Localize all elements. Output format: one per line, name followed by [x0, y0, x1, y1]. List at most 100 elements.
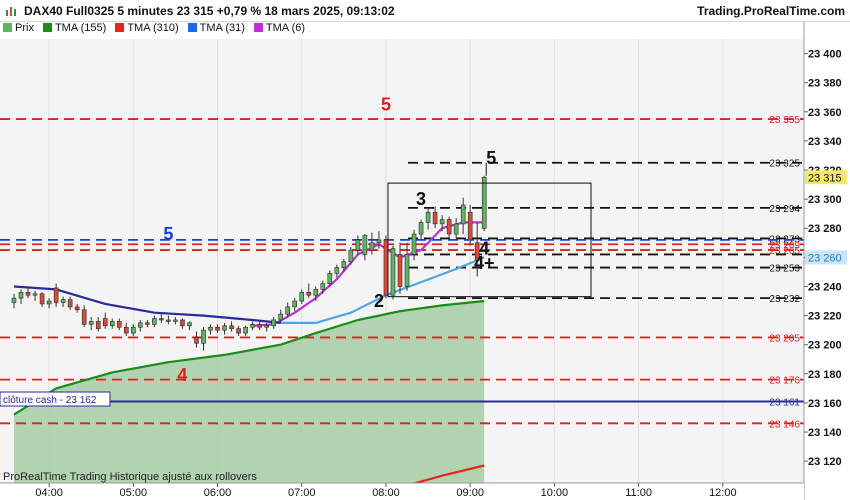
candle-body: [166, 319, 171, 322]
wave-label: 4: [177, 365, 187, 385]
level-label: 23 253: [769, 264, 800, 275]
candle-body: [264, 325, 269, 328]
candle-body: [60, 299, 66, 303]
cash-close-label: clôture cash - 23 162: [3, 395, 97, 406]
candle-body: [334, 267, 340, 274]
candle-body: [285, 306, 291, 315]
candle-body: [201, 329, 206, 344]
y-tick-label: 23 340: [808, 136, 842, 148]
wave-label: 5: [486, 148, 496, 168]
x-tick-label: 10:00: [541, 487, 569, 499]
candle-body: [180, 319, 185, 327]
chart-window: DAX40 Full0325 5 minutes 23 315 +0,79 % …: [0, 0, 850, 500]
candle-body: [481, 176, 487, 229]
candle-body: [116, 321, 122, 328]
x-tick-label: 11:00: [625, 487, 652, 499]
candle-body: [74, 306, 80, 311]
time-axis[interactable]: 04:00 05:00 06:00 07:00 08:00 09:00 10:00 11:00…: [0, 482, 804, 500]
candle-body: [299, 291, 305, 302]
x-tick-label: 05:00: [120, 487, 148, 499]
candle-body: [271, 319, 276, 327]
y-tick-label: 23 360: [808, 107, 842, 119]
candle-body: [18, 291, 24, 299]
level-label: 23 176: [769, 376, 800, 387]
candle-body: [138, 322, 143, 328]
candle-body: [404, 254, 410, 287]
candle-body: [32, 293, 38, 296]
level-label: 23 294: [769, 204, 800, 215]
candle-body: [425, 211, 431, 223]
wave-label: 5: [381, 94, 391, 114]
candle-body: [39, 293, 45, 305]
candle-body: [187, 322, 192, 327]
level-label: 23 355: [769, 115, 800, 126]
y-tick-label: 23 240: [808, 281, 842, 293]
candle-body: [236, 328, 241, 334]
candle-body: [222, 325, 227, 331]
wave-label: 3: [416, 189, 426, 209]
y-tick-label: 23 280: [808, 223, 842, 235]
candle-body: [439, 219, 445, 225]
level-label: 23 265: [769, 246, 800, 257]
candle-body: [25, 291, 31, 296]
candle-body: [102, 318, 108, 327]
candle-body: [81, 309, 87, 325]
candle-body: [53, 287, 59, 303]
candle-body: [88, 321, 94, 325]
footer-text: ProRealTime Trading Historique ajusté au…: [3, 471, 257, 483]
level-label: 23 161: [769, 397, 800, 408]
candle-body: [257, 324, 262, 328]
candle-body: [278, 313, 283, 321]
candle-body: [390, 248, 396, 296]
x-tick-label: 07:00: [288, 487, 316, 499]
candle-body: [152, 318, 157, 325]
candle-body: [327, 273, 333, 284]
candle-body: [243, 326, 248, 334]
candle-body: [109, 321, 115, 327]
y-tick-label: 23 180: [808, 369, 842, 381]
wave-label: 4+: [474, 253, 495, 273]
candle-body: [418, 222, 424, 235]
candle-body: [313, 289, 319, 296]
candle-body: [376, 239, 382, 244]
price-badge-label: 23 260: [808, 252, 842, 264]
candle-body: [292, 300, 298, 308]
y-tick-label: 23 300: [808, 194, 842, 206]
candle-body: [173, 319, 178, 322]
candle-body: [123, 326, 129, 334]
candle-body: [320, 283, 326, 290]
y-tick-label: 23 200: [808, 340, 842, 352]
candle-body: [208, 326, 213, 331]
candle-body: [46, 300, 52, 305]
candle-body: [369, 242, 375, 251]
wave-label: 2: [374, 291, 384, 311]
candle-body: [250, 324, 255, 328]
candle-body: [159, 318, 164, 321]
x-tick-label: 12:00: [709, 487, 737, 499]
candle-body: [67, 299, 73, 308]
candle-body: [460, 204, 466, 225]
y-tick-label: 23 140: [808, 427, 842, 439]
candle-body: [229, 325, 234, 329]
y-tick-label: 23 400: [808, 49, 842, 61]
level-label: 23 232: [769, 294, 800, 305]
candle-body: [131, 326, 136, 334]
candle-body: [215, 326, 220, 331]
price-badge-label: 23 315: [808, 172, 842, 184]
candle-body: [383, 239, 389, 296]
candle-body: [446, 219, 452, 235]
candle-body: [348, 249, 354, 263]
candle-body: [306, 291, 312, 296]
x-tick-label: 08:00: [372, 487, 400, 499]
candle-body: [95, 321, 101, 329]
wave-label: 5: [163, 224, 173, 244]
y-tick-label: 23 220: [808, 311, 842, 323]
candle-body: [11, 297, 17, 303]
price-chart[interactable]: 23 35523 32523 29423 27323 26923 26523 2…: [0, 0, 850, 500]
candle-body: [362, 235, 368, 255]
level-label: 23 325: [769, 159, 800, 170]
level-label: 23 146: [769, 419, 800, 430]
candle-body: [453, 223, 459, 235]
candle-body: [397, 254, 403, 287]
y-tick-label: 23 160: [808, 398, 842, 410]
